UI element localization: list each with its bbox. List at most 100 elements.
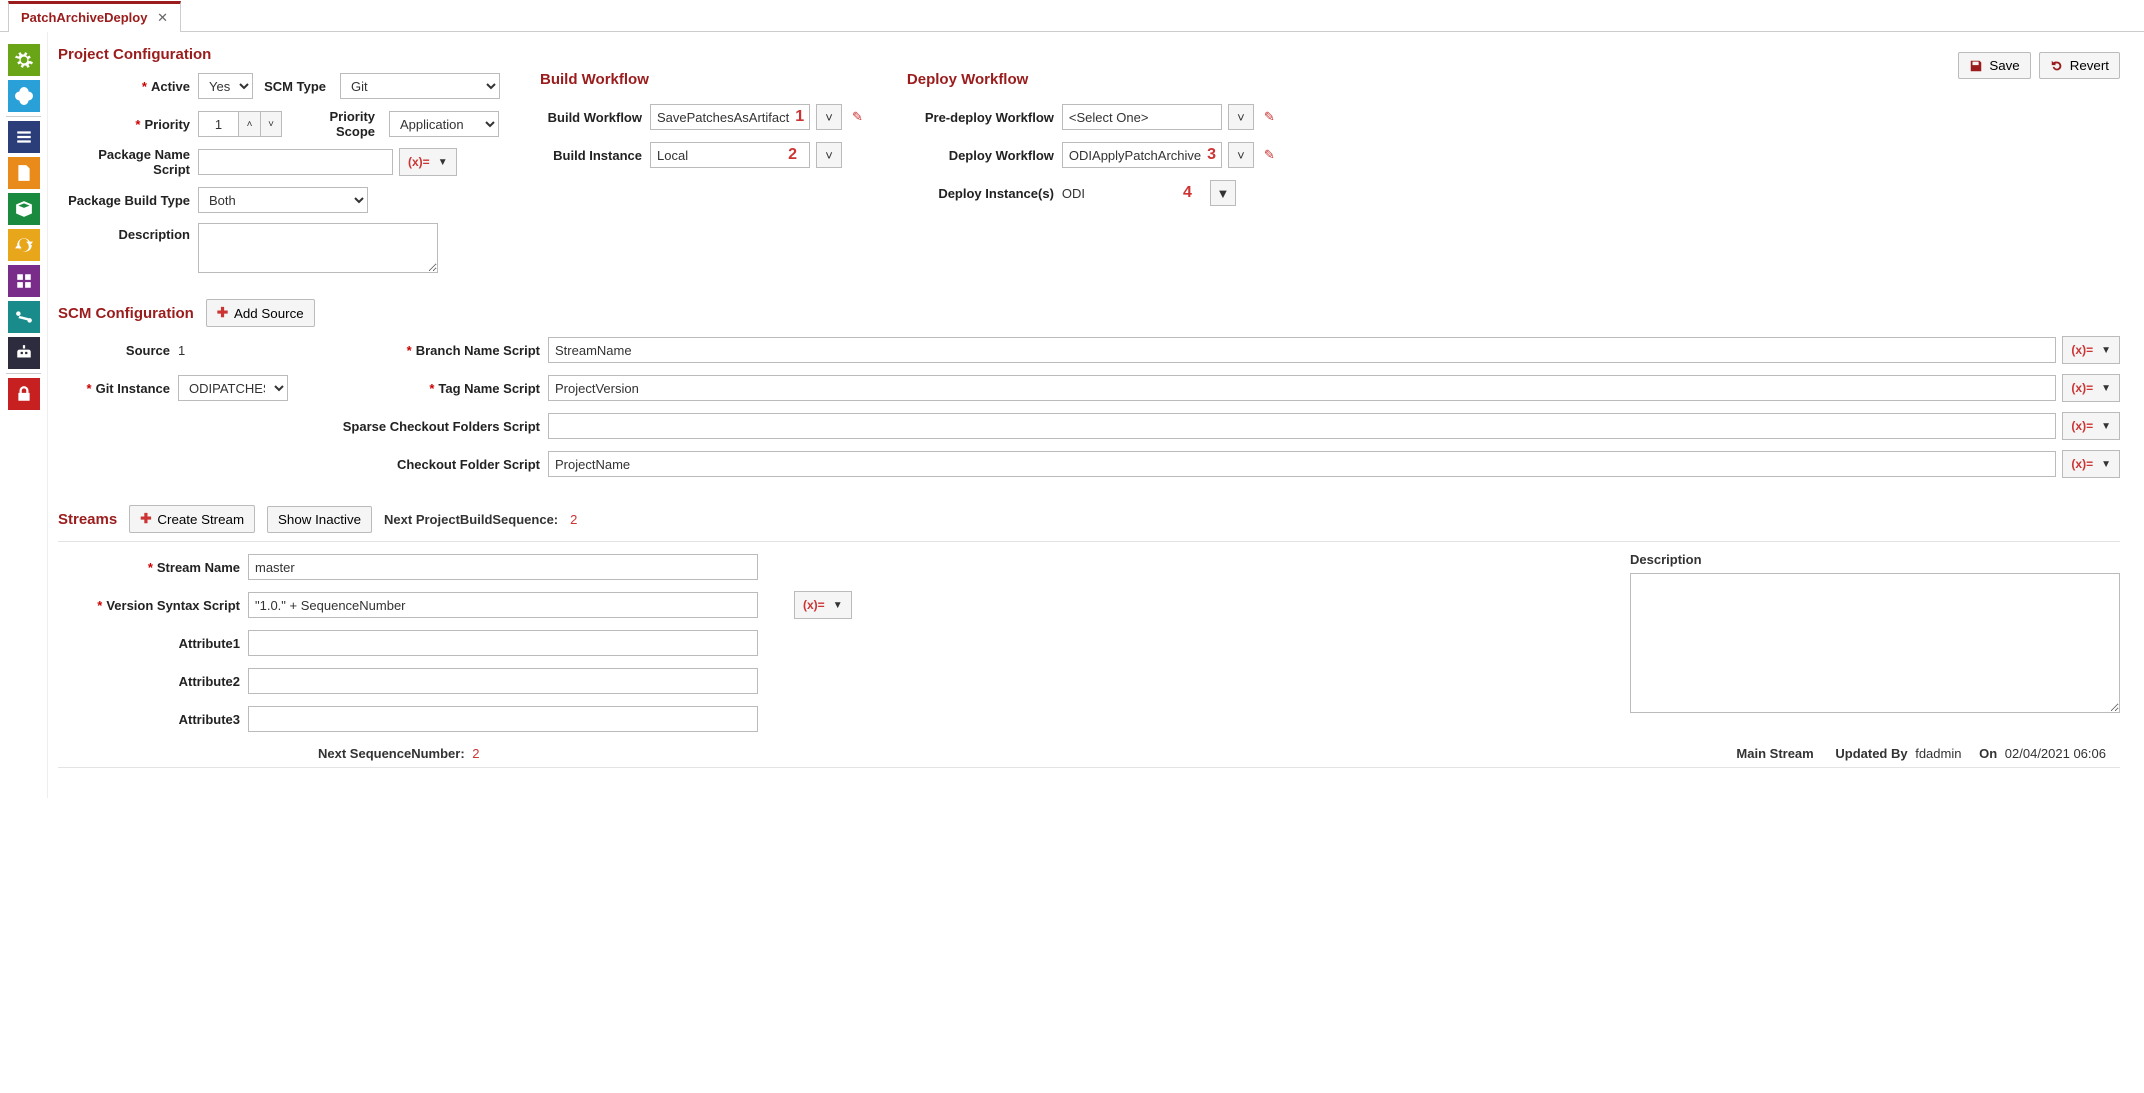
- pkg-build-type-label: Package Build Type: [68, 193, 190, 208]
- sparse-script-input[interactable]: [548, 413, 2056, 439]
- branch-script-input[interactable]: [548, 337, 2056, 363]
- build-workflow-select[interactable]: SavePatchesAsArtifact 1: [650, 104, 810, 130]
- attr1-input[interactable]: [248, 630, 758, 656]
- tag-script-label: Tag Name Script: [438, 381, 540, 396]
- build-workflow-dropdown[interactable]: ˅: [816, 104, 842, 130]
- stream-name-input[interactable]: [248, 554, 758, 580]
- updated-by-label: Updated By: [1835, 746, 1907, 761]
- save-icon: [1969, 59, 1983, 73]
- sparse-expr-button[interactable]: (x)=▼: [2062, 412, 2120, 440]
- lock-icon[interactable]: [8, 378, 40, 410]
- deploy-workflow-select[interactable]: ODIApplyPatchArchive 3: [1062, 142, 1222, 168]
- description-textarea[interactable]: [198, 223, 438, 273]
- package-icon[interactable]: [8, 193, 40, 225]
- template-icon[interactable]: [8, 265, 40, 297]
- tag-script-input[interactable]: [548, 375, 2056, 401]
- document-icon[interactable]: [8, 157, 40, 189]
- revert-button[interactable]: Revert: [2039, 52, 2120, 79]
- predeploy-workflow-select[interactable]: <Select One>: [1062, 104, 1222, 130]
- chevron-down-icon: ▼: [438, 157, 448, 168]
- active-select[interactable]: Yes: [198, 73, 253, 99]
- edit-deploy-workflow-icon[interactable]: ✎: [1260, 147, 1279, 163]
- scm-type-select[interactable]: Git: [340, 73, 500, 99]
- build-instance-dropdown[interactable]: ˅: [816, 142, 842, 168]
- integration-icon[interactable]: [8, 80, 40, 112]
- edit-predeploy-icon[interactable]: ✎: [1260, 109, 1279, 125]
- scm-config-title: SCM Configuration: [58, 305, 194, 322]
- attr3-input[interactable]: [248, 706, 758, 732]
- version-expr-button[interactable]: (x)=▼: [794, 591, 852, 619]
- deploy-workflow-dropdown[interactable]: ˅: [1228, 142, 1254, 168]
- pkg-build-type-select[interactable]: Both: [198, 187, 368, 213]
- undo-icon: [2050, 59, 2064, 73]
- deploy-instances-value: ODI 4: [1062, 180, 1204, 206]
- chevron-down-icon: ▼: [2101, 459, 2111, 470]
- next-seqnum-value: 2: [472, 746, 479, 761]
- checkout-script-input[interactable]: [548, 451, 2056, 477]
- sync-icon[interactable]: [8, 229, 40, 261]
- pkg-name-script-input[interactable]: [198, 149, 393, 175]
- priority-input[interactable]: [198, 111, 238, 137]
- attr2-input[interactable]: [248, 668, 758, 694]
- scm-type-label: SCM Type: [264, 79, 326, 94]
- priority-scope-select[interactable]: Application: [389, 111, 499, 137]
- deploy-instances-label: Deploy Instance(s): [938, 186, 1054, 201]
- left-icon-rail: [0, 32, 48, 798]
- sparse-script-label: Sparse Checkout Folders Script: [343, 419, 540, 434]
- next-seqnum-label: Next SequenceNumber:: [318, 746, 465, 761]
- plus-icon: ✚: [217, 305, 228, 321]
- deploy-workflow-title: Deploy Workflow: [907, 71, 1279, 88]
- updated-by-value: fdadmin: [1915, 746, 1961, 761]
- chevron-down-icon: ▼: [833, 600, 843, 611]
- build-workflow-label: Build Workflow: [548, 110, 642, 125]
- next-project-seq-value: 2: [570, 512, 577, 527]
- source-value: 1: [178, 343, 185, 358]
- checkout-script-label: Checkout Folder Script: [397, 457, 540, 472]
- callout-2: 2: [782, 146, 803, 164]
- build-workflow-title: Build Workflow: [540, 71, 867, 88]
- deploy-instances-dropdown[interactable]: ▼: [1210, 180, 1236, 206]
- close-icon[interactable]: ✕: [157, 10, 168, 25]
- save-button[interactable]: Save: [1958, 52, 2030, 79]
- priority-label: Priority: [144, 117, 190, 132]
- edit-build-workflow-icon[interactable]: ✎: [848, 109, 867, 125]
- pkg-name-script-label: Package Name Script: [98, 147, 190, 177]
- priority-down[interactable]: ˅: [260, 111, 282, 137]
- add-source-button[interactable]: ✚ Add Source: [206, 299, 315, 327]
- pkg-name-expr-button[interactable]: (x)=▼: [399, 148, 457, 176]
- branch-expr-button[interactable]: (x)=▼: [2062, 336, 2120, 364]
- git-instance-label: Git Instance: [96, 381, 170, 396]
- description-label: Description: [118, 227, 190, 242]
- show-inactive-label: Show Inactive: [278, 512, 361, 527]
- show-inactive-button[interactable]: Show Inactive: [267, 506, 372, 533]
- build-instance-select[interactable]: Local 2: [650, 142, 810, 168]
- git-instance-select[interactable]: ODIPATCHES: [178, 375, 288, 401]
- version-script-input[interactable]: [248, 592, 758, 618]
- predeploy-workflow-label: Pre-deploy Workflow: [925, 110, 1054, 125]
- tag-expr-button[interactable]: (x)=▼: [2062, 374, 2120, 402]
- stream-name-label: Stream Name: [157, 560, 240, 575]
- create-stream-button[interactable]: ✚ Create Stream: [129, 505, 255, 533]
- deploy-workflow-label: Deploy Workflow: [949, 148, 1054, 163]
- chevron-down-icon: ▼: [2101, 421, 2111, 432]
- version-script-label: Version Syntax Script: [106, 598, 240, 613]
- tab-patch-archive-deploy[interactable]: PatchArchiveDeploy ✕: [8, 1, 181, 32]
- stream-description-textarea[interactable]: [1630, 573, 2120, 713]
- main-stream-label: Main Stream: [1736, 746, 1813, 761]
- priority-up[interactable]: ˄: [238, 111, 260, 137]
- branch-script-label: Branch Name Script: [416, 343, 540, 358]
- attr2-label: Attribute2: [179, 674, 240, 689]
- active-label: Active: [151, 79, 190, 94]
- robot-icon[interactable]: [8, 337, 40, 369]
- chevron-down-icon: ▼: [2101, 383, 2111, 394]
- pipeline-icon[interactable]: [8, 301, 40, 333]
- callout-3: 3: [1201, 146, 1222, 164]
- settings-icon[interactable]: [8, 44, 40, 76]
- next-project-seq-label: Next ProjectBuildSequence:: [384, 512, 558, 527]
- updated-on-label: On: [1979, 746, 1997, 761]
- list-icon[interactable]: [8, 121, 40, 153]
- project-config-title: Project Configuration: [58, 46, 211, 63]
- predeploy-workflow-dropdown[interactable]: ˅: [1228, 104, 1254, 130]
- add-source-label: Add Source: [234, 306, 304, 321]
- checkout-expr-button[interactable]: (x)=▼: [2062, 450, 2120, 478]
